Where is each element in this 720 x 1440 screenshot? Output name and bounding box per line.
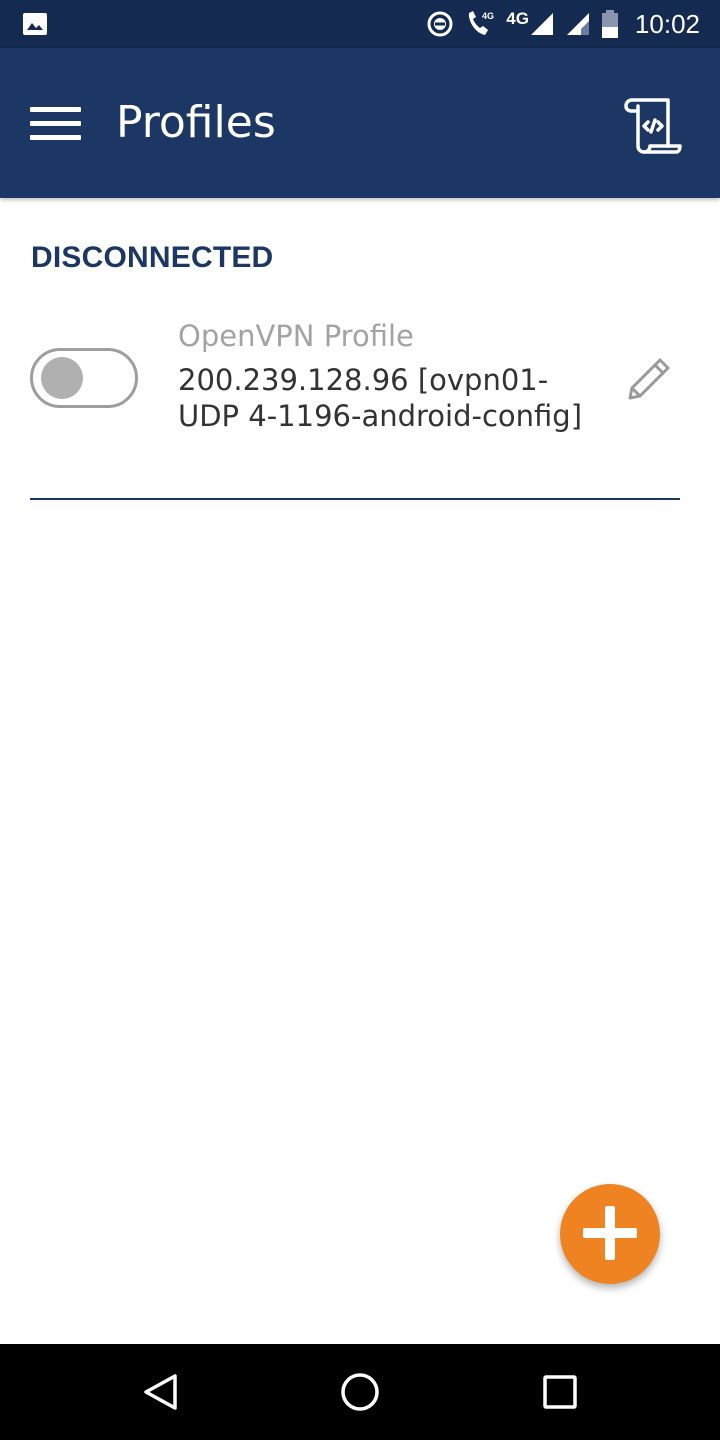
page-title: Profiles [116,97,276,148]
clock: 10:02 [634,8,700,39]
hamburger-menu-icon[interactable] [22,95,88,151]
toggle-knob [41,357,83,399]
connection-toggle[interactable] [30,348,138,408]
add-profile-button[interactable] [560,1184,660,1284]
import-profile-icon[interactable] [618,94,688,156]
signal-icon: 4G [506,0,555,48]
data-saver-icon [426,0,454,48]
image-icon [22,11,48,37]
app-bar: Profiles [0,48,720,198]
home-icon[interactable] [330,1362,390,1422]
divider [30,498,680,500]
profile-server-detail[interactable]: 200.239.128.96 [ovpn01-UDP 4-1196-androi… [178,362,608,434]
status-bar: 4G 4G 10:02 [0,0,720,48]
svg-text:4G: 4G [482,11,494,21]
wifi-calling-icon: 4G [464,0,496,48]
status-icons: 4G 4G 10:02 [426,0,700,48]
signal-icon-2 [565,0,591,48]
profile-row[interactable]: OpenVPN Profile 200.239.128.96 [ovpn01-U… [0,300,720,470]
battery-icon [601,0,619,48]
connection-status-header: DISCONNECTED [31,241,274,274]
edit-pencil-icon[interactable] [618,350,680,408]
network-type-label: 4G [506,9,529,28]
navigation-bar [0,1344,720,1440]
profile-name[interactable]: OpenVPN Profile [178,316,414,356]
back-icon[interactable] [130,1362,190,1422]
recents-icon[interactable] [530,1362,590,1422]
